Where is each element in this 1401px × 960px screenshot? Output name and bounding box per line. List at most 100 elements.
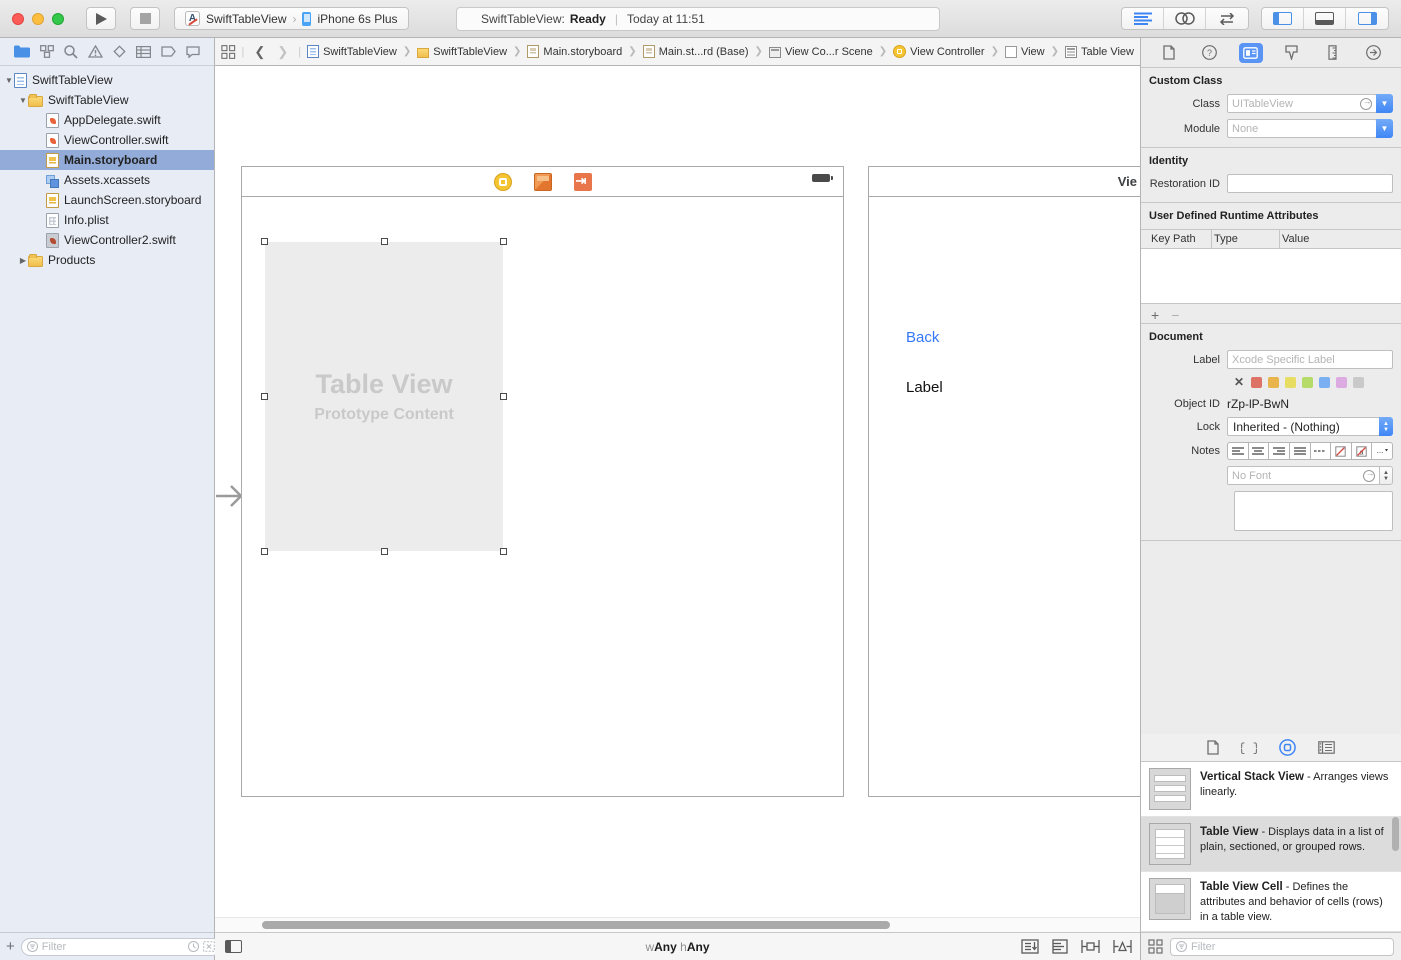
- class-dropdown-button[interactable]: ▼: [1376, 94, 1393, 113]
- resize-handle[interactable]: [500, 238, 507, 245]
- navigator-item-main-storyboard[interactable]: Main.storyboard: [0, 150, 214, 170]
- horizontal-scrollbar-track[interactable]: [215, 917, 1140, 932]
- no-text-color-button[interactable]: a: [1352, 442, 1373, 460]
- resize-handle[interactable]: [261, 238, 268, 245]
- run-button[interactable]: [86, 7, 116, 30]
- notes-font-field[interactable]: [1227, 466, 1380, 485]
- test-navigator-icon[interactable]: [113, 45, 126, 58]
- version-editor-button[interactable]: [1206, 8, 1248, 29]
- breadcrumb-storyboard[interactable]: Main.storyboard: [527, 45, 622, 58]
- view-controller-icon[interactable]: [494, 173, 512, 191]
- library-filter-input[interactable]: [1191, 941, 1388, 953]
- color-swatch-red[interactable]: [1251, 377, 1262, 388]
- horizontal-scrollbar-thumb[interactable]: [262, 921, 890, 929]
- remove-attribute-button[interactable]: −: [1171, 307, 1179, 323]
- first-responder-icon[interactable]: [534, 173, 552, 191]
- breadcrumb-table-view[interactable]: Table View: [1065, 46, 1134, 58]
- class-input[interactable]: [1232, 98, 1360, 110]
- toggle-navigator-button[interactable]: [1262, 8, 1304, 29]
- class-field[interactable]: [1227, 94, 1377, 113]
- resize-handle[interactable]: [381, 548, 388, 555]
- stack-button[interactable]: [1021, 939, 1039, 954]
- toggle-utilities-button[interactable]: [1346, 8, 1388, 29]
- media-library-tab[interactable]: [1318, 741, 1335, 754]
- navigator-item-viewcontroller2[interactable]: ViewController2.swift: [0, 230, 214, 250]
- disclosure-triangle[interactable]: ▼: [4, 76, 14, 85]
- unsaved-files-icon[interactable]: [203, 941, 215, 952]
- navigator-item-appdelegate[interactable]: AppDelegate.swift: [0, 110, 214, 130]
- document-label-input[interactable]: [1232, 354, 1388, 366]
- library-scrollbar-thumb[interactable]: [1392, 817, 1399, 851]
- no-color-button[interactable]: ✕: [1234, 375, 1244, 389]
- notes-text-area[interactable]: [1234, 491, 1393, 531]
- align-right-button[interactable]: [1269, 442, 1290, 460]
- second-view-controller-scene[interactable]: Vie Back Label: [868, 166, 1140, 797]
- restoration-id-input[interactable]: [1232, 178, 1388, 190]
- file-template-library-tab[interactable]: [1207, 740, 1219, 755]
- align-justify-button[interactable]: [1290, 442, 1311, 460]
- font-picker-icon[interactable]: [1363, 470, 1375, 482]
- breadcrumb-storyboard-base[interactable]: Main.st...rd (Base): [643, 45, 749, 58]
- module-dropdown-button[interactable]: ▼: [1376, 119, 1393, 138]
- attributes-inspector-tab[interactable]: [1280, 43, 1304, 63]
- breadcrumb-project[interactable]: SwiftTableView: [307, 45, 397, 58]
- color-swatch-blue[interactable]: [1319, 377, 1330, 388]
- resize-handle[interactable]: [261, 548, 268, 555]
- breadcrumb-scene[interactable]: View Co...r Scene: [769, 46, 873, 58]
- report-navigator-icon[interactable]: [186, 46, 200, 58]
- back-button[interactable]: ❮: [250, 44, 269, 60]
- document-label-field[interactable]: [1227, 350, 1393, 369]
- search-navigator-icon[interactable]: [64, 45, 78, 59]
- resize-handle[interactable]: [500, 393, 507, 400]
- disclosure-triangle[interactable]: ▼: [18, 96, 28, 105]
- scheme-selector[interactable]: A SwiftTableView › iPhone 6s Plus: [174, 7, 409, 30]
- navigator-filter-input[interactable]: [42, 941, 184, 953]
- table-view-selected[interactable]: Table View Prototype Content: [265, 242, 503, 551]
- minimize-button[interactable]: [32, 13, 44, 25]
- align-left-button[interactable]: [1227, 442, 1249, 460]
- stop-button[interactable]: [130, 7, 160, 30]
- zoom-button[interactable]: [52, 13, 64, 25]
- add-attribute-button[interactable]: +: [1151, 307, 1159, 323]
- disclosure-triangle[interactable]: ▶: [18, 256, 28, 265]
- add-button[interactable]: +: [6, 938, 15, 955]
- code-snippet-library-tab[interactable]: { }: [1241, 741, 1257, 754]
- align-center-button[interactable]: [1249, 442, 1270, 460]
- file-inspector-tab[interactable]: [1157, 43, 1181, 63]
- resize-handle[interactable]: [381, 238, 388, 245]
- library-filter-field[interactable]: [1170, 938, 1394, 956]
- navigator-item-products[interactable]: ▶ Products: [0, 250, 214, 270]
- view-controller-scene[interactable]: Table View Prototype Content: [241, 166, 844, 797]
- breadcrumb-view-controller[interactable]: View Controller: [893, 45, 984, 58]
- object-library-tab[interactable]: [1279, 739, 1296, 756]
- connections-inspector-tab[interactable]: [1362, 43, 1386, 63]
- navigator-item-assets[interactable]: Assets.xcassets: [0, 170, 214, 190]
- recent-files-icon[interactable]: [188, 941, 199, 952]
- navigator-item-launchscreen[interactable]: LaunchScreen.storyboard: [0, 190, 214, 210]
- navigator-item-group[interactable]: ▼ SwiftTableView: [0, 90, 214, 110]
- toggle-debug-area-button[interactable]: [1304, 8, 1346, 29]
- no-background-button[interactable]: [1331, 442, 1352, 460]
- navigator-item-project[interactable]: ▼ SwiftTableView: [0, 70, 214, 90]
- breadcrumb-group[interactable]: SwiftTableView: [417, 46, 507, 58]
- ui-label[interactable]: Label: [906, 379, 943, 396]
- library-grid-view-icon[interactable]: [1148, 939, 1163, 954]
- navigator-filter-field[interactable]: [21, 938, 221, 956]
- notes-font-input[interactable]: [1232, 470, 1363, 482]
- color-swatch-orange[interactable]: [1268, 377, 1279, 388]
- library-item-table-view[interactable]: Table View - Displays data in a list of …: [1141, 817, 1401, 872]
- assistant-editor-button[interactable]: [1164, 8, 1206, 29]
- pin-button[interactable]: [1081, 940, 1100, 953]
- related-items-icon[interactable]: [221, 44, 236, 60]
- resize-handle[interactable]: [500, 548, 507, 555]
- lock-select[interactable]: Inherited - (Nothing): [1227, 417, 1380, 436]
- resolve-auto-layout-button[interactable]: [1113, 940, 1132, 953]
- quick-help-inspector-tab[interactable]: ?: [1198, 43, 1222, 63]
- module-field[interactable]: [1227, 119, 1377, 138]
- exit-icon[interactable]: [574, 173, 592, 191]
- color-swatch-gray[interactable]: [1353, 377, 1364, 388]
- natural-alignment-button[interactable]: [1311, 442, 1332, 460]
- breakpoint-navigator-icon[interactable]: [161, 46, 176, 57]
- color-swatch-green[interactable]: [1302, 377, 1313, 388]
- back-button-label[interactable]: Back: [906, 329, 939, 346]
